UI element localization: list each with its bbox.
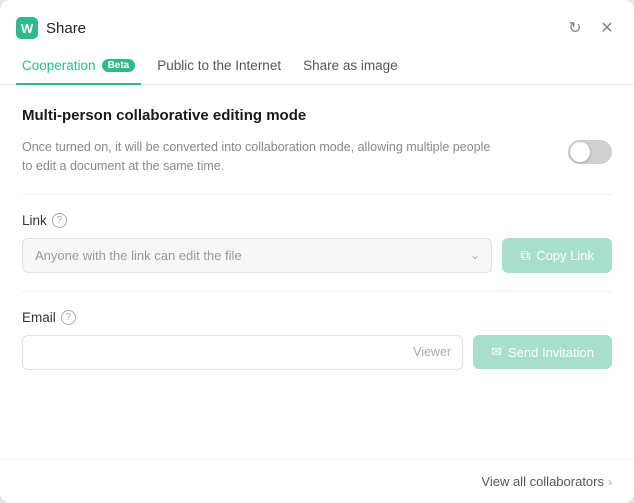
svg-text:W: W: [21, 21, 34, 36]
tab-share-image-label: Share as image: [303, 58, 398, 73]
tab-cooperation[interactable]: Cooperation Beta: [16, 48, 141, 85]
close-icon: ✕: [600, 18, 613, 38]
collaboration-section: Multi-person collaborative editing mode …: [22, 107, 612, 176]
email-label: Email ?: [22, 310, 612, 325]
email-label-text: Email: [22, 310, 56, 325]
divider-1: [22, 194, 612, 195]
copy-link-label: Copy Link: [536, 248, 594, 263]
copy-link-button[interactable]: ⧉ Copy Link: [502, 238, 612, 273]
email-section: Email ? Viewer ✉ Send Invitation: [22, 310, 612, 370]
title-bar-right: ↻ ✕: [564, 17, 618, 39]
email-help-icon[interactable]: ?: [61, 310, 76, 325]
copy-icon: ⧉: [520, 247, 530, 264]
footer: View all collaborators ›: [0, 459, 634, 503]
send-icon: ✉: [491, 344, 502, 360]
link-section: Link ? Anyone with the link can edit the…: [22, 213, 612, 273]
view-all-collaborators-button[interactable]: View all collaborators ›: [481, 474, 612, 489]
link-row: Anyone with the link can edit the file A…: [22, 238, 612, 273]
email-input[interactable]: [22, 335, 463, 370]
refresh-icon: ↻: [568, 18, 581, 38]
collaboration-desc-row: Once turned on, it will be converted int…: [22, 138, 612, 176]
link-label: Link ?: [22, 213, 612, 228]
email-input-wrapper: Viewer: [22, 335, 463, 370]
refresh-button[interactable]: ↻: [564, 17, 586, 39]
tab-bar: Cooperation Beta Public to the Internet …: [0, 48, 634, 85]
window-title: Share: [46, 20, 86, 37]
collaboration-title: Multi-person collaborative editing mode: [22, 107, 306, 124]
email-row: Viewer ✉ Send Invitation: [22, 335, 612, 370]
send-invitation-button[interactable]: ✉ Send Invitation: [473, 335, 612, 369]
collaboration-description: Once turned on, it will be converted int…: [22, 138, 502, 176]
collaboration-header-left: Multi-person collaborative editing mode: [22, 107, 306, 132]
viewer-label: Viewer: [413, 345, 451, 359]
link-permission-select[interactable]: Anyone with the link can edit the file A…: [22, 238, 492, 273]
title-bar-left: W Share: [16, 17, 86, 39]
view-all-label: View all collaborators: [481, 474, 604, 489]
tab-public[interactable]: Public to the Internet: [151, 48, 287, 85]
title-bar: W Share ↻ ✕: [0, 0, 634, 44]
link-label-text: Link: [22, 213, 47, 228]
chevron-right-icon: ›: [608, 475, 612, 489]
tab-share-image[interactable]: Share as image: [297, 48, 404, 85]
close-button[interactable]: ✕: [596, 17, 618, 39]
tab-public-label: Public to the Internet: [157, 58, 281, 73]
tab-cooperation-badge: Beta: [102, 59, 136, 72]
link-help-icon[interactable]: ?: [52, 213, 67, 228]
collaboration-toggle[interactable]: [568, 140, 612, 164]
toggle-thumb: [570, 142, 590, 162]
app-icon: W: [16, 17, 38, 39]
tab-cooperation-label: Cooperation: [22, 58, 96, 73]
content-area: Multi-person collaborative editing mode …: [0, 85, 634, 441]
divider-2: [22, 291, 612, 292]
link-select-wrapper: Anyone with the link can edit the file A…: [22, 238, 492, 273]
send-invitation-label: Send Invitation: [508, 345, 594, 360]
collaboration-header-row: Multi-person collaborative editing mode: [22, 107, 612, 132]
share-dialog: W Share ↻ ✕ Cooperation Beta Public to t…: [0, 0, 634, 503]
